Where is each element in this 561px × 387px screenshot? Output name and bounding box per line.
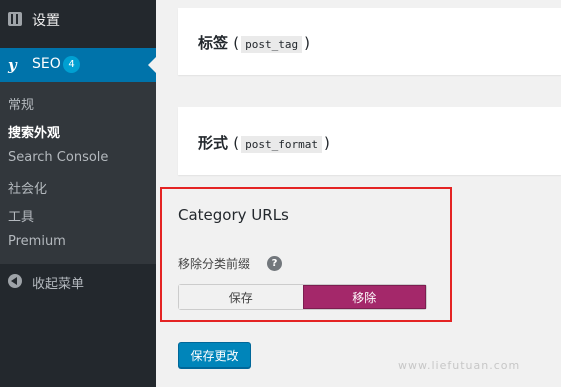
sidebar-item-label: SEO xyxy=(32,56,61,72)
collapse-menu-button[interactable]: 收起菜单 xyxy=(0,266,156,300)
notification-badge: 4 xyxy=(63,56,80,73)
current-menu-arrow xyxy=(148,57,156,73)
taxonomy-code: post_format xyxy=(241,136,322,153)
save-changes-button[interactable]: 保存更改 xyxy=(178,342,251,368)
card-title[interactable]: 形式 (post_format) xyxy=(198,132,330,153)
format-taxonomy-card: 形式 (post_format) xyxy=(178,107,561,175)
submenu-item-premium[interactable]: Premium xyxy=(8,234,66,249)
collapse-arrow-icon xyxy=(8,274,22,288)
submenu-item-search-appearance[interactable]: 搜索外观 xyxy=(8,122,60,141)
sidebar-item-settings[interactable]: 设置 xyxy=(0,0,156,40)
admin-sidebar: 设置 y SEO 4 常规 搜索外观 Search Console 社会化 工具… xyxy=(0,0,156,387)
card-title[interactable]: 标签 (post_tag) xyxy=(198,32,310,53)
submenu-item-general[interactable]: 常规 xyxy=(8,94,34,113)
seo-submenu: 常规 搜索外观 Search Console 社会化 工具 Premium xyxy=(0,82,156,264)
taxonomy-code: post_tag xyxy=(241,36,303,53)
sidebar-item-label: 设置 xyxy=(32,13,60,29)
card-title-text: 形式 xyxy=(198,134,229,152)
submenu-item-search-console[interactable]: Search Console xyxy=(8,150,108,165)
submenu-item-social[interactable]: 社会化 xyxy=(8,178,47,197)
settings-icon xyxy=(8,12,22,26)
sidebar-item-seo[interactable]: y SEO 4 xyxy=(0,48,156,82)
watermark-text: www.liefutuan.com xyxy=(398,359,521,372)
highlight-annotation-box xyxy=(160,187,452,322)
tag-taxonomy-card: 标签 (post_tag) xyxy=(178,8,561,75)
submenu-item-tools[interactable]: 工具 xyxy=(8,206,34,225)
yoast-icon: y xyxy=(8,56,17,74)
collapse-menu-label: 收起菜单 xyxy=(32,277,85,292)
card-title-text: 标签 xyxy=(198,34,229,52)
